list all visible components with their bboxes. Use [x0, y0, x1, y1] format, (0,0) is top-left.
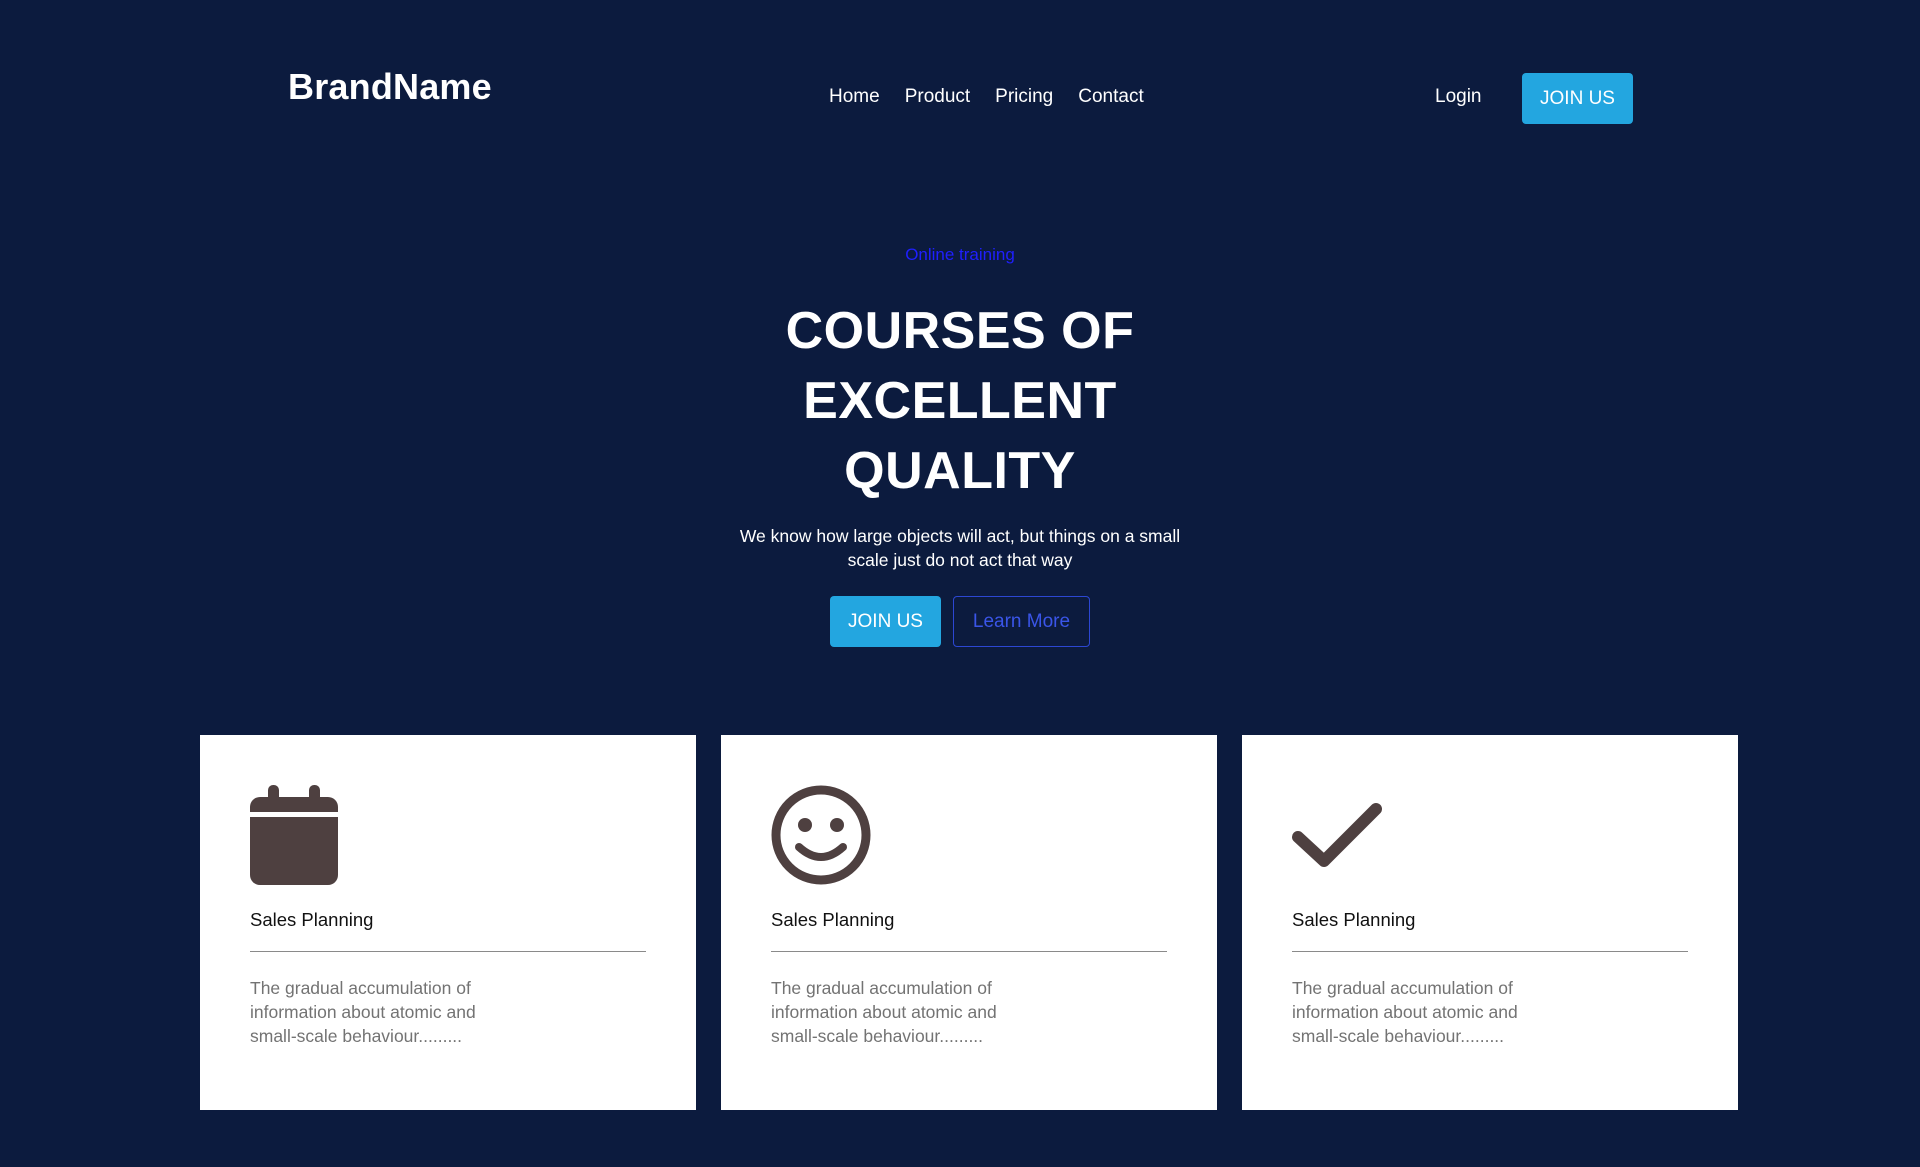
- card-title: Sales Planning: [1292, 909, 1416, 930]
- card-divider: [250, 951, 646, 952]
- nav-home-link[interactable]: Home: [829, 86, 880, 108]
- brand-logo[interactable]: BrandName: [288, 66, 492, 108]
- nav-product-link[interactable]: Product: [905, 86, 970, 108]
- hero-join-button[interactable]: JOIN US: [830, 596, 941, 647]
- feature-card: Sales Planning The gradual accumulation …: [200, 735, 696, 1110]
- card-title: Sales Planning: [771, 909, 895, 930]
- card-divider: [1292, 951, 1688, 952]
- header-join-button[interactable]: JOIN US: [1522, 73, 1633, 124]
- login-link[interactable]: Login: [1435, 86, 1482, 108]
- smiley-icon: [771, 785, 871, 885]
- card-title: Sales Planning: [250, 909, 374, 930]
- feature-cards: Sales Planning The gradual accumulation …: [200, 735, 1738, 1110]
- calendar-icon: [250, 785, 338, 885]
- landing-page: BrandName Home Product Pricing Contact L…: [0, 0, 1920, 1167]
- card-divider: [771, 951, 1167, 952]
- hero-title: COURSES OF EXCELLENT QUALITY: [785, 302, 1135, 500]
- checkmark-icon: [1292, 803, 1382, 867]
- hero-eyebrow: Online training: [905, 245, 1015, 264]
- feature-card: Sales Planning The gradual accumulation …: [1242, 735, 1738, 1110]
- nav-contact-link[interactable]: Contact: [1078, 86, 1143, 108]
- main-nav: Home Product Pricing Contact: [829, 86, 1144, 108]
- card-text: The gradual accumulation of information …: [1292, 978, 1518, 1046]
- card-text: The gradual accumulation of information …: [250, 978, 476, 1046]
- feature-card: Sales Planning The gradual accumulation …: [721, 735, 1217, 1110]
- hero-actions: JOIN US Learn More: [830, 596, 1090, 647]
- hero-subtitle: We know how large objects will act, but …: [739, 526, 1181, 570]
- card-text: The gradual accumulation of information …: [771, 978, 997, 1046]
- nav-pricing-link[interactable]: Pricing: [995, 86, 1053, 108]
- learn-more-button[interactable]: Learn More: [953, 596, 1090, 647]
